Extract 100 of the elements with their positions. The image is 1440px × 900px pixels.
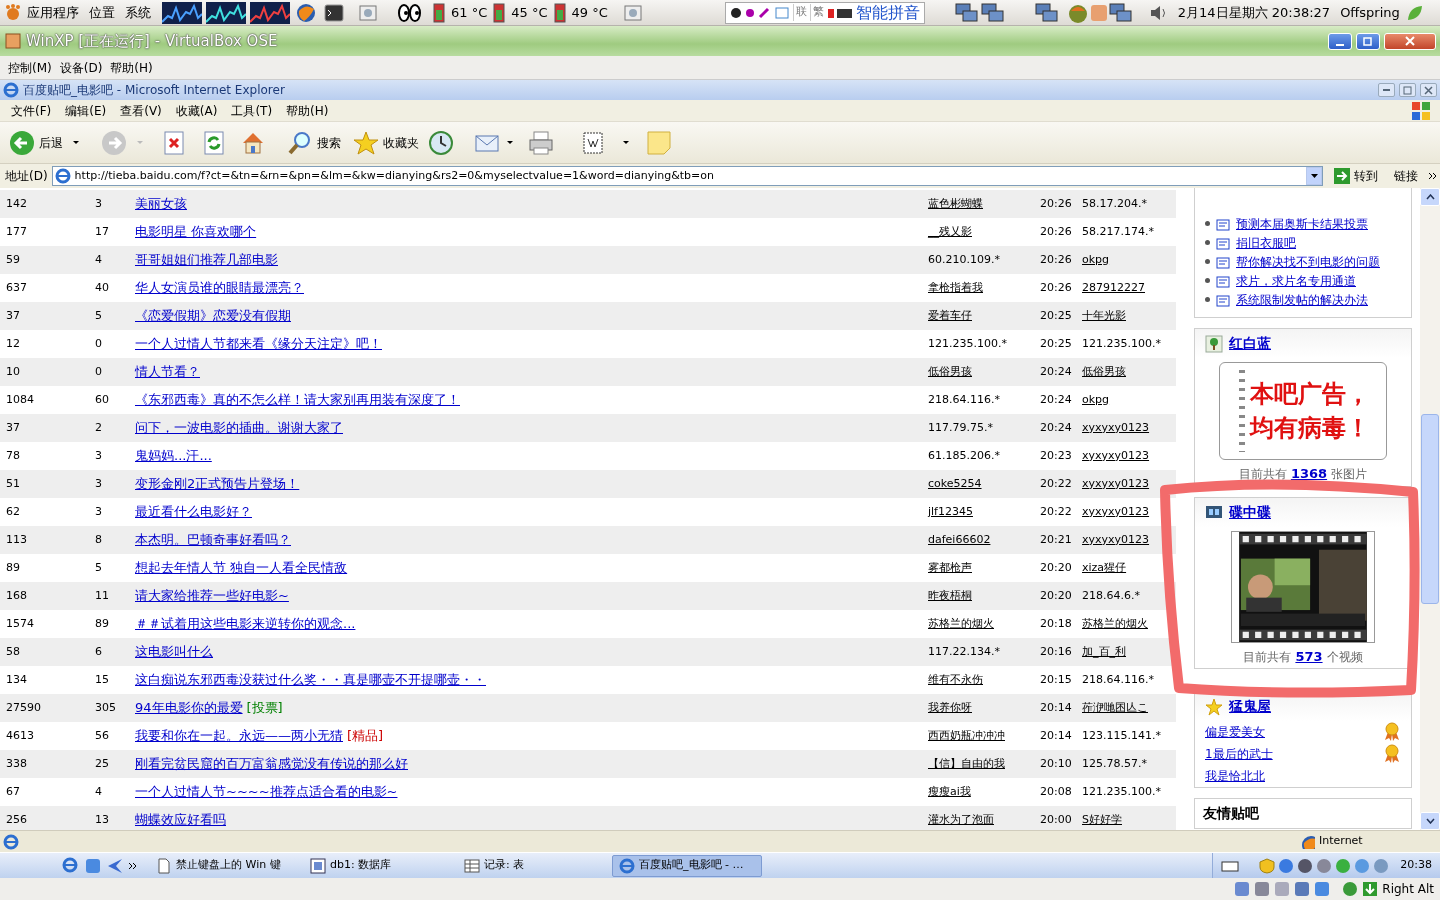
chevron-icon[interactable] [1428, 171, 1438, 181]
author-link[interactable]: 蓝色彬蝴蝶 [928, 196, 983, 210]
back-button[interactable]: 后退 [6, 127, 66, 158]
thread-link[interactable]: 94年电影你的最爱 [135, 698, 243, 718]
author-link[interactable]: dafei66602 [928, 532, 991, 546]
thread-link[interactable]: 哥哥姐姐们推荐几部电影 [135, 250, 278, 270]
refresh-icon[interactable] [202, 129, 226, 156]
tray-icon[interactable] [1278, 857, 1295, 874]
section-link[interactable]: 猛鬼屋 [1229, 696, 1271, 717]
screenshot-icon[interactable] [622, 2, 643, 23]
clock-text[interactable]: 2月14日星期六 20:38:27 [1172, 2, 1336, 23]
app-icon[interactable] [84, 856, 102, 875]
scrollbar[interactable] [1420, 188, 1440, 830]
search-button[interactable]: 搜索 [284, 127, 344, 158]
sidebar-link[interactable]: 捐旧衣服吧 [1236, 233, 1296, 252]
go-button[interactable]: 转到 [1327, 167, 1384, 185]
last-replier-link[interactable]: 莋洢哋囨亾こ [1082, 700, 1148, 714]
author-link[interactable]: coke5254 [928, 476, 982, 490]
author-link[interactable]: 【信】自由的我 [928, 756, 1005, 770]
menu-item[interactable]: 帮助(H) [279, 101, 336, 120]
ie-icon[interactable] [62, 856, 80, 875]
author-link[interactable]: 拿枪指着我 [928, 280, 983, 294]
menu-item[interactable]: 控制(M) [4, 58, 56, 77]
thread-link[interactable]: 变形金刚2正式预告片登场！ [135, 474, 300, 494]
caret-icon[interactable] [622, 140, 630, 145]
last-replier-link[interactable]: xyxyxy0123 [1082, 448, 1150, 462]
author-link[interactable]: 昨夜梧桐 [928, 588, 972, 602]
note-card[interactable]: 本吧广告， 均有病毒！ [1219, 362, 1387, 460]
load-graph[interactable] [250, 1, 290, 24]
thread-link[interactable]: 这电影叫什么 [135, 642, 213, 662]
links-button[interactable]: 链接 [1388, 167, 1424, 185]
last-replier-link[interactable]: xyxyxy0123 [1082, 532, 1150, 546]
caret-icon[interactable] [72, 140, 80, 145]
member-link[interactable]: 我是恰北北 [1205, 767, 1265, 785]
thread-link[interactable]: 鬼妈妈...汗... [135, 446, 212, 466]
last-replier-link[interactable]: xyxyxy0123 [1082, 420, 1150, 434]
author-link[interactable]: 西西奶瓶冲冲冲 [928, 728, 1005, 742]
network-icon[interactable] [1034, 1, 1059, 24]
sidebar-link[interactable]: 预测本届奥斯卡结果投票 [1236, 214, 1368, 233]
device-icon[interactable] [1314, 881, 1331, 897]
ime-key[interactable]: 联 [792, 4, 807, 21]
last-replier-link[interactable]: xyxyxy0123 [1082, 504, 1150, 518]
thread-link[interactable]: 美丽女孩 [135, 194, 187, 214]
author-link[interactable]: 瘦瘦ai我 [928, 784, 971, 798]
last-replier-link[interactable]: okpg [1082, 252, 1110, 266]
thread-link[interactable]: 请大家给推荐一些好电影~ [135, 586, 289, 606]
menu-item[interactable]: 文件(F) [4, 101, 59, 120]
author-link[interactable]: 苏格兰的烟火 [928, 616, 994, 630]
last-replier-link[interactable]: 287912227 [1082, 280, 1145, 294]
panel-menu[interactable]: 系统 [120, 2, 156, 23]
menu-item[interactable]: 编辑(E) [58, 101, 114, 120]
scroll-thumb[interactable] [1421, 414, 1439, 604]
device-icon[interactable] [1294, 881, 1311, 897]
thread-link[interactable]: 我要和你在一起。永远——两小无猜 [135, 726, 343, 746]
author-link[interactable]: 爱着车仔 [928, 308, 972, 322]
clock-text[interactable]: 20:38 [1400, 857, 1432, 874]
last-replier-link[interactable]: xyxyxy0123 [1082, 476, 1150, 490]
count-link[interactable]: 1368 [1290, 466, 1328, 481]
author-link[interactable]: __残乂影 [928, 224, 972, 238]
printer-icon[interactable] [528, 129, 554, 156]
caret-icon[interactable] [506, 140, 514, 145]
terminal-icon[interactable] [324, 2, 344, 23]
shield-icon[interactable] [1259, 857, 1276, 874]
thread-link[interactable]: 这白痴说东邪西毒没获过什么奖・・真是哪壶不开提哪壶・・ [135, 670, 486, 690]
sidebar-link[interactable]: 帮你解决找不到电影的问题 [1236, 252, 1380, 271]
ime-name[interactable]: 智能拼音 [855, 0, 920, 25]
last-replier-link[interactable]: 苏格兰的烟火 [1082, 616, 1148, 630]
load-graph[interactable] [162, 1, 202, 24]
last-replier-link[interactable]: okpg [1082, 392, 1110, 406]
count-link[interactable]: 573 [1295, 648, 1323, 664]
device-icon[interactable] [1234, 881, 1251, 897]
scroll-down-button[interactable] [1420, 812, 1440, 830]
thread-link[interactable]: 情人节看？ [135, 362, 200, 382]
screenshot-icon[interactable] [358, 2, 378, 23]
panel-menu[interactable]: 位置 [84, 2, 120, 23]
author-link[interactable]: 雾都枪声 [928, 560, 972, 574]
close-button[interactable] [1420, 83, 1437, 97]
author-link[interactable]: 灌水为了泡面 [928, 812, 994, 826]
thread-link[interactable]: 《东邪西毒》真的不怎么样！请大家别再用装有深度了！ [135, 390, 460, 410]
thread-link[interactable]: 电影明星 你喜欢哪个 [135, 222, 257, 242]
ime-tools-icon[interactable] [729, 4, 790, 21]
sidebar-link[interactable]: 系统限制发帖的解决办法 [1236, 290, 1368, 309]
chevron-icon[interactable] [128, 860, 138, 871]
app-icon[interactable] [106, 856, 124, 875]
last-replier-link[interactable]: 加_百_利 [1082, 644, 1126, 658]
dropdown-button[interactable] [1306, 167, 1322, 185]
last-replier-link[interactable]: S好好学 [1082, 812, 1122, 826]
tray-icon[interactable] [1316, 857, 1333, 874]
host-key-icon[interactable] [1362, 881, 1379, 897]
taskbar-item[interactable]: 百度贴吧_电影吧 - … [612, 854, 762, 877]
thread-link[interactable]: 问下，一波电影的插曲。谢谢大家了 [135, 418, 343, 438]
scroll-up-button[interactable] [1420, 188, 1440, 206]
thread-link[interactable]: 最近看什么电影好？ [135, 502, 252, 522]
last-replier-link[interactable]: 低俗男孩 [1082, 364, 1126, 378]
thread-link[interactable]: 本杰明。巴顿奇事好看吗？ [135, 530, 291, 550]
thread-link[interactable]: 《恋爱假期》恋爱没有假期 [135, 306, 291, 326]
address-field[interactable]: http://tieba.baidu.com/f?ct=&tn=&rn=&pn=&lm=&kw=dianying&rs2=0&myselectvalue=1&word=dianying&tb=on [51, 166, 1323, 186]
thread-link[interactable]: 一个人过情人节都来看《缘分天注定》吧！ [135, 334, 382, 354]
thread-link[interactable]: 一个人过情人节~~~~推荐点适合看的电影~ [135, 782, 398, 802]
author-link[interactable]: 我养你呀 [928, 700, 972, 714]
